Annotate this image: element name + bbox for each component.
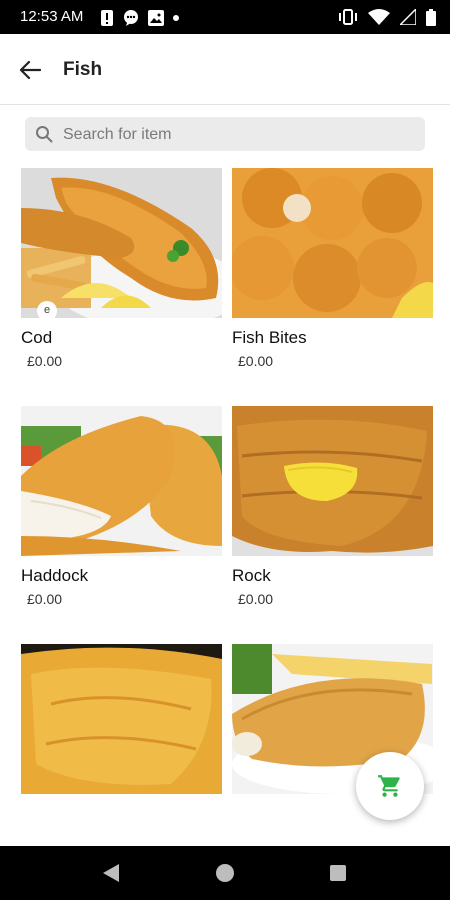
item-image-rock (232, 406, 433, 556)
item-badge: e (37, 301, 57, 318)
item-card-haddock[interactable]: Haddock £0.00 (21, 406, 222, 607)
search-input[interactable] (61, 117, 415, 153)
item-image-haddock (21, 406, 222, 556)
alert-icon (101, 10, 113, 26)
status-system-icons (338, 8, 436, 26)
item-price: £0.00 (238, 591, 274, 607)
item-card-cod[interactable]: e Cod £0.00 (21, 168, 222, 369)
item-card-rock[interactable]: Rock £0.00 (232, 406, 433, 607)
item-name: Haddock (21, 566, 89, 585)
signal-icon (400, 9, 416, 25)
item-name: Fish Bites (232, 328, 307, 347)
item-card-fish-bites[interactable]: Fish Bites £0.00 (232, 168, 433, 369)
status-notification-icons (100, 9, 179, 27)
nav-recent-icon[interactable] (330, 865, 346, 881)
item-image-cod: e (21, 168, 222, 318)
vibrate-icon (339, 9, 357, 25)
item-price: £0.00 (27, 353, 63, 369)
item-name: Cod (21, 328, 53, 347)
cart-button[interactable] (356, 752, 424, 820)
status-bar: 12:53 AM (0, 0, 450, 34)
item-price: £0.00 (238, 353, 274, 369)
system-nav-bar (0, 846, 450, 900)
item-price: £0.00 (27, 591, 63, 607)
arrow-back-icon (19, 60, 41, 80)
app-bar: Fish (0, 34, 450, 105)
chat-icon (124, 10, 138, 26)
back-button[interactable] (12, 52, 48, 88)
dot-icon (173, 15, 179, 21)
search-icon (36, 126, 53, 143)
item-image-fish-bites (232, 168, 433, 318)
item-name: Rock (232, 566, 271, 585)
nav-back-icon[interactable] (103, 864, 119, 882)
image-icon (148, 10, 164, 26)
page-title: Fish (63, 59, 103, 80)
status-time: 12:53 AM (20, 8, 84, 25)
battery-icon (426, 8, 436, 26)
cart-icon (378, 775, 400, 797)
search-bar[interactable] (25, 117, 425, 153)
item-card-5[interactable] (21, 644, 222, 794)
wifi-icon (368, 9, 390, 25)
item-image-5 (21, 644, 222, 794)
nav-home-icon[interactable] (216, 864, 234, 882)
